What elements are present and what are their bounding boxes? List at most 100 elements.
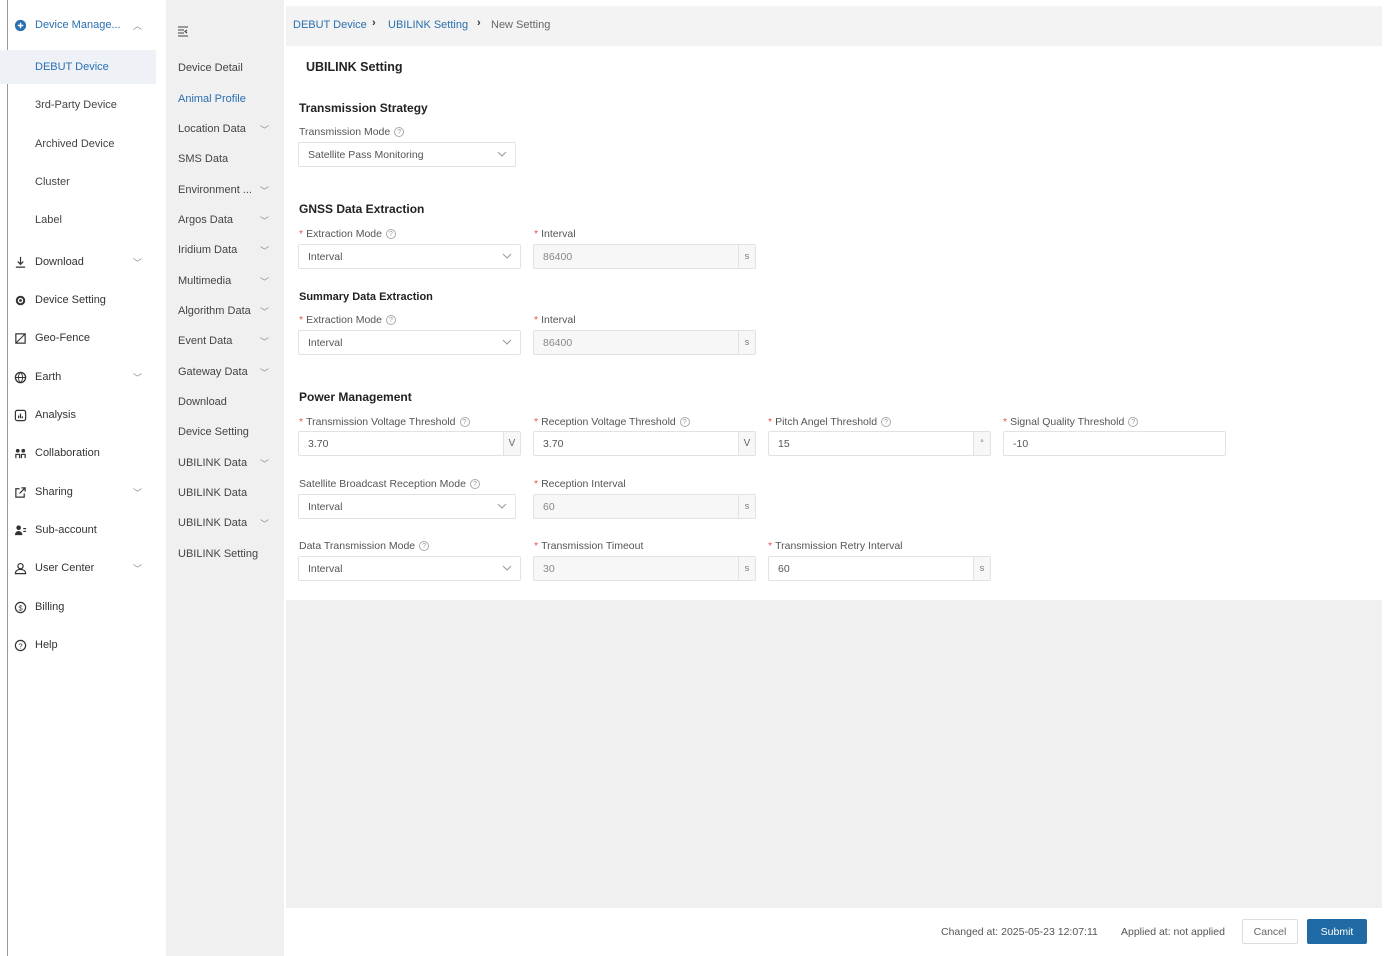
chevron-down-icon: ﹀ (132, 563, 142, 574)
summary-extraction-mode-select[interactable]: Interval (298, 330, 521, 355)
help-circle-icon[interactable]: ? (385, 229, 396, 239)
help-circle-icon[interactable]: ? (469, 479, 480, 489)
required-mark: * (534, 314, 539, 326)
tx-timeout-label: * Transmission Timeout (534, 540, 643, 552)
nav-user-center[interactable]: User Center ﹀ (0, 551, 156, 585)
collapse-sidebar-icon[interactable] (176, 24, 192, 40)
gnss-interval-input[interactable]: 86400 s (533, 244, 756, 269)
signal-quality-input[interactable]: -10 (1003, 431, 1226, 456)
required-mark: * (534, 228, 539, 240)
pitch-angle-input[interactable]: 15 ° (768, 431, 991, 456)
chevron-up-icon: ︿ (132, 20, 142, 31)
subnav-label: UBILINK Data (178, 487, 248, 499)
tx-timeout-input[interactable]: 30 s (533, 556, 756, 581)
subnav-ubilink-setting[interactable]: UBILINK Setting (166, 541, 284, 567)
breadcrumb-debut-device[interactable]: DEBUT Device (293, 19, 367, 31)
globe-icon (12, 369, 28, 385)
help-icon: ? (12, 637, 28, 653)
submit-button[interactable]: Submit (1307, 919, 1367, 944)
chevron-down-icon: ﹀ (132, 257, 142, 268)
label-text: Transmission Timeout (541, 540, 644, 552)
subnav-label: Argos Data (178, 214, 234, 226)
subnav-sms-data[interactable]: SMS Data (166, 146, 284, 172)
input-value: 86400 (543, 337, 573, 349)
subnav-event-data[interactable]: Event Data ﹀ (166, 328, 284, 354)
subnav-animal-profile[interactable]: Animal Profile (166, 86, 284, 112)
help-circle-icon[interactable]: ? (881, 417, 892, 427)
nav-billing[interactable]: $ Billing (0, 590, 156, 624)
billing-icon: $ (12, 599, 28, 615)
subnav-label: Event Data (178, 335, 233, 347)
help-circle-icon[interactable]: ? (459, 417, 470, 427)
cancel-button[interactable]: Cancel (1242, 919, 1298, 944)
label-text: Extraction Mode (306, 314, 382, 326)
help-circle-icon[interactable]: ? (1128, 417, 1139, 427)
subnav-ubilink-data-1[interactable]: UBILINK Data ﹀ (166, 450, 284, 476)
changed-at-text: Changed at: 2025-05-23 12:07:11 (941, 926, 1098, 938)
nav-sub-account-label: Sub-account (35, 524, 97, 536)
nav-label[interactable]: Label (0, 203, 156, 237)
help-circle-icon[interactable]: ? (679, 417, 690, 427)
required-mark: * (768, 416, 773, 428)
subnav-algorithm-data[interactable]: Algorithm Data ﹀ (166, 298, 284, 324)
broadcast-mode-select[interactable]: Interval (298, 494, 516, 519)
select-value: Interval (308, 501, 343, 513)
subnav-multimedia[interactable]: Multimedia ﹀ (166, 268, 284, 294)
subnav-device-setting[interactable]: Device Setting (166, 419, 284, 445)
reception-interval-input[interactable]: 60 s (533, 494, 756, 519)
data-tx-mode-label: Data Transmission Mode? (299, 540, 430, 552)
subnav-environment[interactable]: Environment ... ﹀ (166, 177, 284, 203)
transmission-mode-select[interactable]: Satellite Pass Monitoring (298, 142, 516, 167)
subnav-ubilink-data-3[interactable]: UBILINK Data ﹀ (166, 510, 284, 536)
nav-analysis[interactable]: Analysis (0, 398, 156, 432)
subnav-label: Animal Profile (178, 93, 246, 105)
subnav-gateway-data[interactable]: Gateway Data ﹀ (166, 359, 284, 385)
data-tx-mode-select[interactable]: Interval (298, 556, 521, 581)
subnav-iridium-data[interactable]: Iridium Data ﹀ (166, 237, 284, 263)
nav-geo-fence[interactable]: Geo-Fence (0, 321, 156, 355)
subnav-ubilink-data-2[interactable]: UBILINK Data (166, 480, 284, 506)
nav-cluster[interactable]: Cluster (0, 165, 156, 199)
nav-device-setting[interactable]: Device Setting (0, 283, 156, 317)
retry-interval-input[interactable]: 60 s (768, 556, 991, 581)
help-circle-icon[interactable]: ? (385, 315, 396, 325)
breadcrumb-ubilink-setting[interactable]: UBILINK Setting (388, 19, 468, 31)
subnav-device-detail[interactable]: Device Detail (166, 55, 284, 81)
label-text: Data Transmission Mode (299, 540, 416, 552)
subnav-label: Download (178, 396, 227, 408)
retry-interval-label: * Transmission Retry Interval (768, 540, 903, 552)
tx-voltage-input[interactable]: 3.70 V (298, 431, 521, 456)
nav-sharing[interactable]: Sharing ﹀ (0, 475, 156, 509)
nav-archived-device[interactable]: Archived Device (0, 127, 156, 161)
unit-suffix: s (738, 245, 755, 268)
subnav-download[interactable]: Download (166, 389, 284, 415)
chevron-down-icon: ﹀ (132, 487, 142, 498)
unit-suffix: ° (973, 432, 990, 455)
nav-archived-label: Archived Device (35, 138, 115, 150)
chevron-down-icon: ﹀ (260, 215, 270, 226)
nav-third-party-device[interactable]: 3rd-Party Device (0, 88, 156, 122)
nav-device-manage[interactable]: Device Manage... ︿ (0, 8, 156, 42)
nav-help-label: Help (35, 639, 58, 651)
nav-help[interactable]: ? Help (0, 628, 156, 662)
summary-interval-input[interactable]: 86400 s (533, 330, 756, 355)
subnav-label: UBILINK Data (178, 517, 248, 529)
users-icon (12, 522, 28, 538)
rx-voltage-input[interactable]: 3.70 V (533, 431, 756, 456)
help-circle-icon[interactable]: ? (419, 541, 430, 551)
required-mark: * (299, 314, 304, 326)
subnav-location-data[interactable]: Location Data ﹀ (166, 116, 284, 142)
select-value: Interval (308, 251, 343, 263)
nav-download[interactable]: Download ﹀ (0, 245, 156, 279)
subnav-argos-data[interactable]: Argos Data ﹀ (166, 207, 284, 233)
broadcast-mode-label: Satellite Broadcast Reception Mode? (299, 478, 480, 490)
tx-voltage-label: * Transmission Voltage Threshold? (299, 416, 470, 428)
gnss-extraction-mode-select[interactable]: Interval (298, 244, 521, 269)
nav-sub-account[interactable]: Sub-account (0, 513, 156, 547)
nav-earth[interactable]: Earth ﹀ (0, 360, 156, 394)
help-circle-icon[interactable]: ? (394, 127, 405, 137)
nav-debut-device[interactable]: DEBUT Device (0, 50, 156, 84)
select-value: Interval (308, 337, 343, 349)
unit-suffix: V (738, 432, 755, 455)
nav-collaboration[interactable]: Collaboration (0, 436, 156, 470)
